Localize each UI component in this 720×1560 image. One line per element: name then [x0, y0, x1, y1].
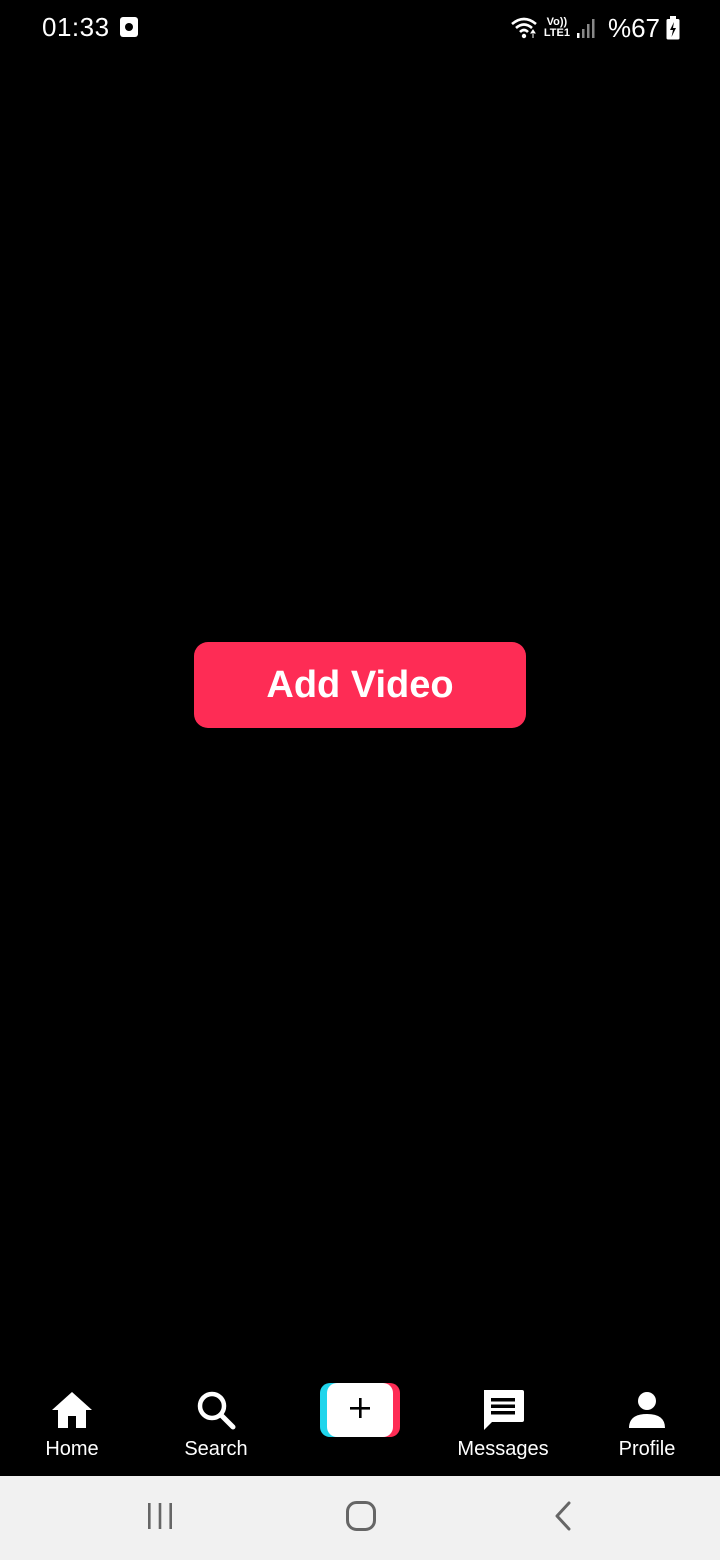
back-chevron-icon	[553, 1500, 573, 1537]
message-icon	[480, 1388, 526, 1432]
back-button[interactable]	[513, 1476, 613, 1560]
notification-app-icon	[120, 17, 138, 37]
wifi-icon	[510, 17, 538, 39]
create-button-face	[327, 1383, 393, 1437]
home-circle-icon	[345, 1500, 377, 1537]
tab-profile[interactable]: Profile	[597, 1374, 697, 1476]
recent-apps-button[interactable]	[110, 1476, 210, 1560]
tab-messages-label: Messages	[457, 1438, 549, 1460]
home-nav-button[interactable]	[311, 1476, 411, 1560]
network-type-label: Vo)) LTE1	[544, 17, 570, 39]
tab-home-label: Home	[45, 1438, 99, 1460]
system-navigation-bar	[0, 1476, 720, 1560]
add-video-button[interactable]: Add Video	[194, 642, 526, 728]
battery-percentage: %67	[607, 12, 660, 43]
status-indicators: Vo)) LTE1 %67	[510, 12, 680, 44]
plus-icon	[348, 1396, 372, 1425]
recent-apps-icon	[145, 1502, 175, 1535]
tab-messages[interactable]: Messages	[443, 1374, 563, 1476]
tab-profile-label: Profile	[618, 1438, 676, 1460]
tab-search[interactable]: Search	[166, 1374, 266, 1476]
signal-strength-icon	[576, 17, 596, 39]
status-bar: 01:33 Vo)) LTE1 %67	[0, 0, 720, 56]
create-video-button[interactable]	[320, 1383, 400, 1437]
battery-charging-icon	[666, 16, 680, 40]
tab-home[interactable]: Home	[22, 1374, 122, 1476]
person-icon	[627, 1388, 667, 1432]
main-content: Add Video	[0, 56, 720, 1374]
status-time: 01:33	[42, 12, 110, 42]
lte-text: LTE1	[543, 27, 570, 39]
home-icon	[50, 1388, 94, 1432]
search-icon	[195, 1388, 237, 1432]
tab-search-label: Search	[184, 1438, 248, 1460]
